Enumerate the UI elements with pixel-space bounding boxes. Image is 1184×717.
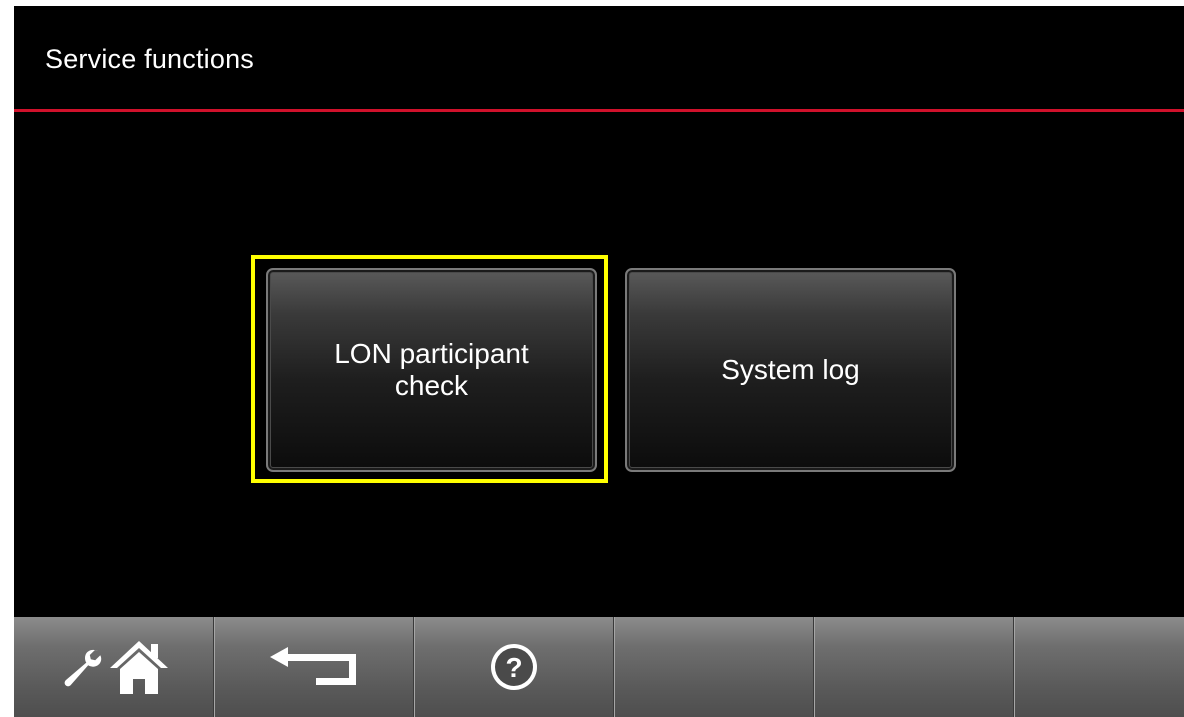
help-icon: ? [489,642,539,692]
home-icon [108,638,170,696]
toolbar-empty-slot-1 [614,617,814,717]
toolbar-empty-slot-2 [814,617,1014,717]
system-log-label: System log [721,354,860,385]
svg-text:?: ? [505,652,522,683]
bottom-toolbar: ? [14,617,1184,717]
page-title: Service functions [45,44,254,74]
lon-participant-check-button[interactable]: LON participant check [266,268,597,472]
help-button[interactable]: ? [414,617,614,717]
back-arrow-icon [268,645,360,689]
back-button[interactable] [214,617,414,717]
wrench-icon [58,647,104,687]
lon-participant-check-label: LON participant check [334,338,529,401]
service-screen: Service functions LON participant check … [14,6,1184,717]
content-area: LON participant check System log [14,112,1184,617]
system-log-button[interactable]: System log [625,268,956,472]
service-home-button[interactable] [14,617,214,717]
toolbar-empty-slot-3 [1014,617,1184,717]
header: Service functions [14,6,1184,109]
